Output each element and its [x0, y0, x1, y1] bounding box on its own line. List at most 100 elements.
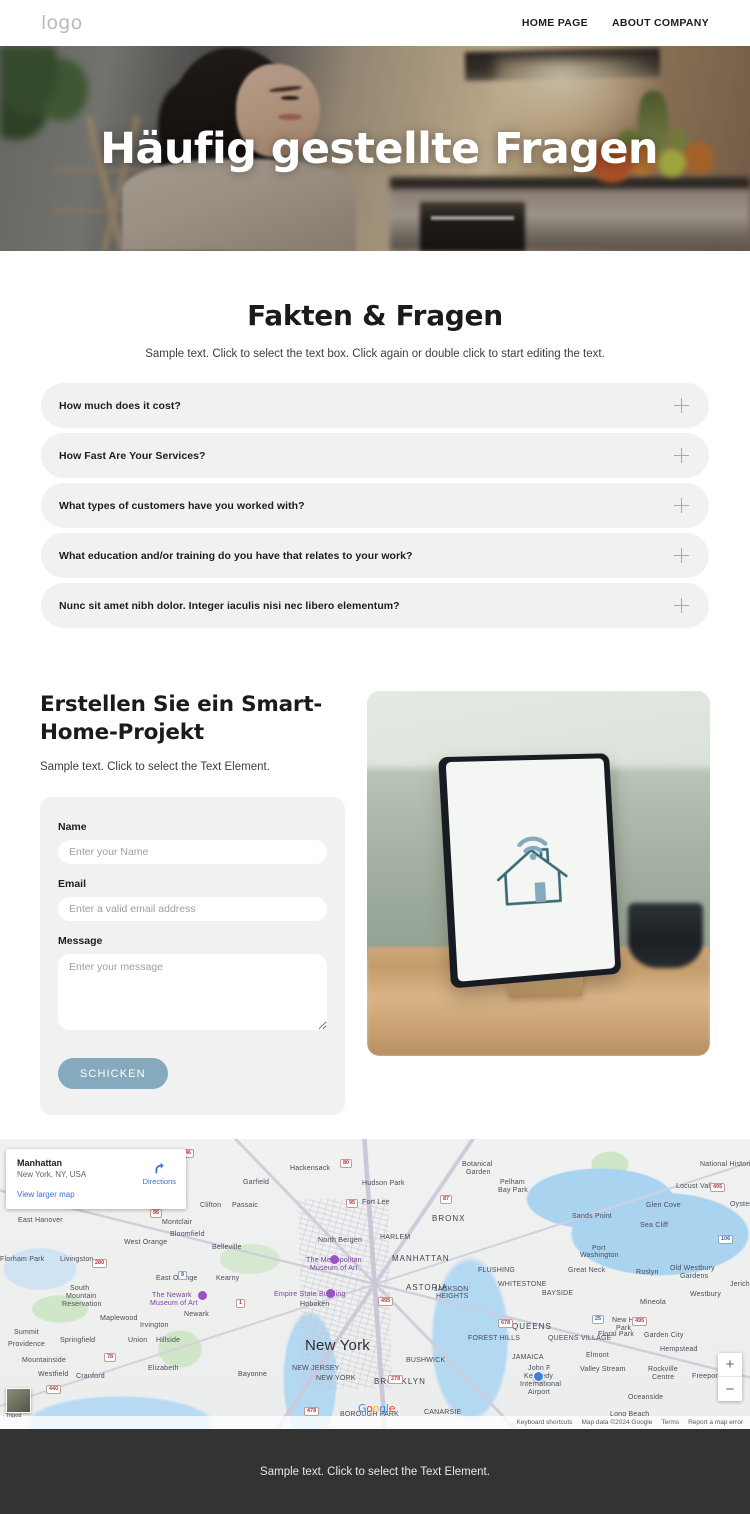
map-label: Providence [8, 1341, 46, 1349]
highway-shield: 478 [304, 1407, 320, 1417]
name-input[interactable] [58, 840, 327, 865]
map-info-card: Manhattan New York, NY, USA View larger … [6, 1149, 186, 1210]
faq-subheading: Sample text. Click to select the text bo… [145, 348, 605, 360]
submit-button[interactable]: SCHICKEN [58, 1058, 168, 1090]
nav-link-home-page[interactable]: HOME PAGE [522, 17, 588, 29]
street-view-thumbnail[interactable] [6, 1388, 31, 1414]
map-label: Hoboken [300, 1301, 330, 1309]
highway-shield: 25 [592, 1315, 605, 1325]
map-label: FLUSHING [478, 1267, 515, 1275]
map-label: Newark [184, 1311, 209, 1319]
nav-link-about-company[interactable]: ABOUT COMPANY [612, 17, 709, 29]
map-label: NEW JERSEY [292, 1365, 340, 1373]
plus-icon[interactable] [674, 598, 689, 613]
keyboard-shortcuts-link[interactable]: Keyboard shortcuts [516, 1419, 572, 1426]
highway-shield: 440 [46, 1385, 62, 1395]
google-map[interactable]: New YorkMANHATTANBROOKLYNQUEENSBRONXASTO… [0, 1139, 750, 1430]
zoom-in-button[interactable]: + [718, 1353, 742, 1378]
airport-marker[interactable] [533, 1371, 544, 1383]
map-label: Museum of Art [150, 1300, 198, 1308]
name-label: Name [58, 821, 87, 834]
email-field-group: Email [58, 878, 327, 922]
smart-home-tablet-image [367, 691, 710, 1056]
email-input[interactable] [58, 897, 327, 922]
map-label: Great Neck [568, 1267, 606, 1275]
faq-question: What types of customers have you worked … [59, 499, 305, 512]
map-label: QUEENS [512, 1322, 552, 1332]
faq-item[interactable]: What types of customers have you worked … [41, 483, 709, 528]
map-label: BUSHWICK [406, 1357, 446, 1365]
view-larger-map-link[interactable]: View larger map [17, 1190, 75, 1199]
map-label: East Hanover [18, 1217, 63, 1225]
google-logo: Google [358, 1402, 396, 1416]
site-header: logo HOME PAGE ABOUT COMPANY [0, 0, 750, 46]
main-nav: HOME PAGE ABOUT COMPANY [522, 17, 709, 29]
map-label: Jericho [730, 1281, 750, 1289]
message-textarea[interactable] [58, 954, 327, 1031]
map-label: Mountainside [22, 1357, 67, 1365]
plus-icon[interactable] [674, 548, 689, 563]
directions-label: Directions [142, 1177, 176, 1187]
map-label: Garfield [243, 1179, 270, 1187]
map-label: FOREST HILLS [468, 1335, 521, 1343]
map-label: Pelham [500, 1179, 525, 1187]
poi-marker[interactable] [326, 1289, 335, 1299]
tablet-screen [445, 758, 615, 982]
map-label: Elmont [586, 1352, 609, 1360]
map-label: Hempstead [660, 1346, 698, 1354]
highway-shield: 78 [104, 1353, 117, 1363]
map-label: Centre [652, 1374, 675, 1382]
map-label: Bay Park [498, 1187, 528, 1195]
map-label: Sands Point [572, 1213, 612, 1221]
faq-question: Nunc sit amet nibh dolor. Integer iaculi… [59, 599, 400, 612]
faq-question: What education and/or training do you ha… [59, 549, 413, 562]
contact-title: Erstellen Sie ein Smart-Home-Projekt [40, 692, 323, 745]
map-label: South [70, 1285, 90, 1293]
zoom-out-button[interactable]: − [718, 1377, 742, 1401]
map-label: Hillside [156, 1337, 181, 1345]
map-label: NEW YORK [316, 1375, 356, 1383]
poi-marker[interactable] [330, 1255, 339, 1265]
plus-icon[interactable] [674, 448, 689, 463]
map-label: Irvington [140, 1322, 169, 1330]
map-label: Mountain [66, 1293, 97, 1301]
terms-link[interactable]: Terms [661, 1419, 679, 1426]
hero-banner: Häufig gestellte Fragen [0, 46, 750, 251]
site-footer: Sample text. Click to select the Text El… [0, 1429, 750, 1514]
contact-section: Erstellen Sie ein Smart-Home-Projekt Sam… [0, 633, 750, 1116]
map-label: Old Westbury [670, 1265, 715, 1273]
tablet-device [438, 753, 621, 989]
map-label: Garden City [644, 1332, 684, 1340]
map-label: East Orange [156, 1275, 198, 1283]
map-label: Botanical [462, 1161, 493, 1169]
page-root: logo HOME PAGE ABOUT COMPANY Häufig gest… [0, 0, 750, 1514]
map-zoom-controls: + − [718, 1353, 742, 1402]
map-label: National Historic [700, 1161, 750, 1169]
report-error-link[interactable]: Report a map error [688, 1419, 743, 1426]
plus-icon[interactable] [674, 398, 689, 413]
site-logo[interactable]: logo [41, 12, 82, 34]
map-label: BRONX [432, 1214, 466, 1224]
map-label: Westbury [690, 1291, 722, 1299]
message-label: Message [58, 935, 103, 948]
faq-item[interactable]: How Fast Are Your Services? [41, 433, 709, 478]
map-label: Livingston [60, 1256, 94, 1264]
directions-button[interactable]: Directions [143, 1161, 176, 1186]
map-label: International [520, 1381, 562, 1389]
map-label: Garden [466, 1169, 491, 1177]
map-label: Valley Stream [580, 1366, 626, 1374]
highway-shield: 1 [236, 1299, 246, 1309]
highway-shield: 495 [710, 1183, 726, 1193]
map-label: Bloomfield [170, 1231, 205, 1239]
map-label: Rockville [648, 1366, 678, 1374]
faq-question: How Fast Are Your Services? [59, 449, 206, 462]
map-data-credit: Map data ©2024 Google [581, 1419, 653, 1427]
faq-item[interactable]: Nunc sit amet nibh dolor. Integer iaculi… [41, 583, 709, 628]
plus-icon[interactable] [674, 498, 689, 513]
map-label: Bayonne [238, 1371, 268, 1379]
map-label: Hackensack [290, 1165, 331, 1173]
poi-marker[interactable] [198, 1291, 207, 1301]
footer-text: Sample text. Click to select the Text El… [260, 1465, 490, 1478]
faq-item[interactable]: What education and/or training do you ha… [41, 533, 709, 578]
faq-item[interactable]: How much does it cost? [41, 383, 709, 428]
